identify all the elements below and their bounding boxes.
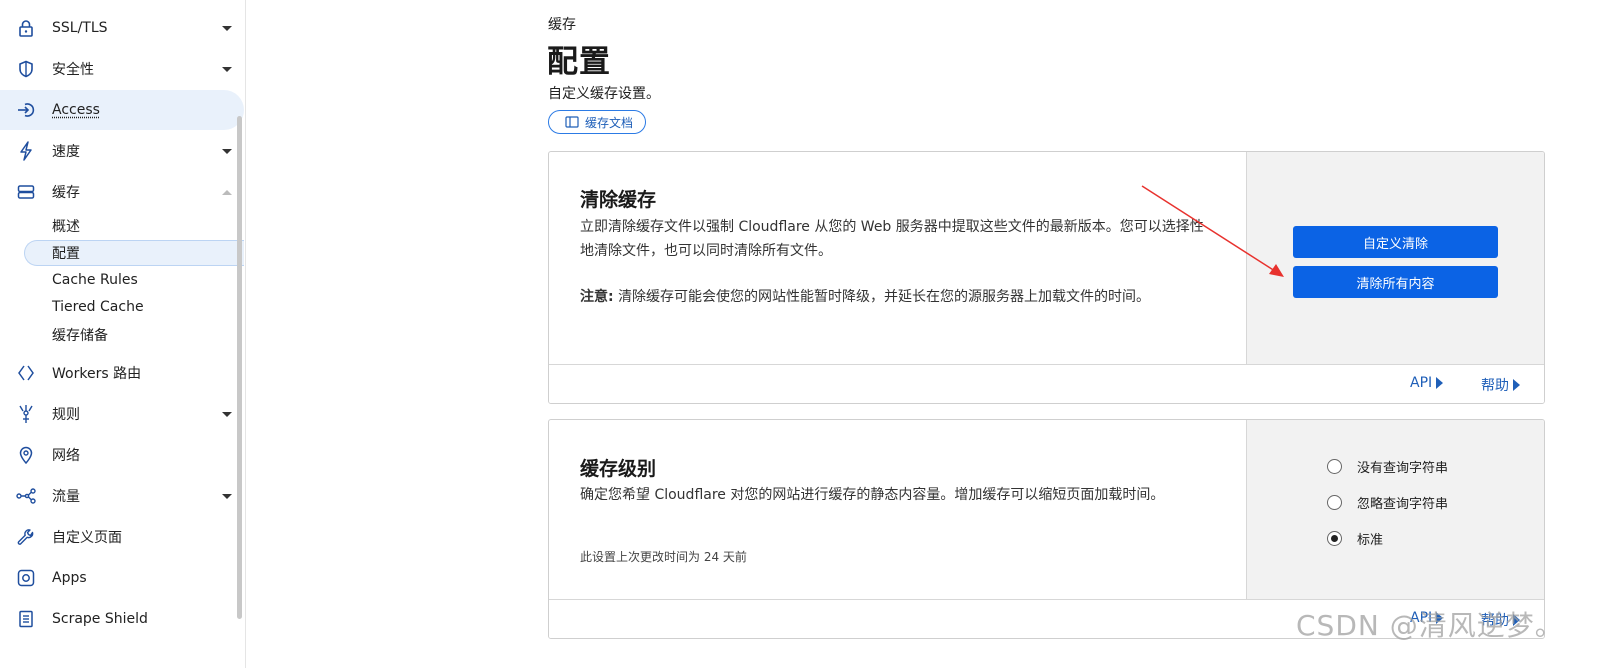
sidebar-item-label: 规则 [52,407,80,423]
sidebar-item-custom-pages[interactable]: 自定义页面 [0,517,244,557]
shield-icon [16,59,36,79]
sidebar-item-label: 自定义页面 [52,530,122,546]
sidebar-item-cache[interactable]: 缓存 [0,172,244,212]
radio-standard[interactable]: 标准 [1327,529,1383,548]
sidebar-item-rules[interactable]: 规则 [0,394,244,434]
purge-cache-actions-panel [1246,152,1544,364]
page-title: 配置 [547,44,611,80]
chevron-down-icon [222,25,232,31]
document-icon [16,609,36,629]
radio-ignore-query-string[interactable]: 忽略查询字符串 [1327,493,1448,512]
cache-docs-label: 缓存文档 [585,115,634,130]
workers-icon [16,363,36,383]
cache-level-description: 确定您希望 Cloudflare 对您的网站进行缓存的静态内容量。增加缓存可以缩… [580,487,1165,503]
apps-icon [16,568,36,588]
radio-label: 忽略查询字符串 [1357,497,1449,512]
sidebar-item-apps[interactable]: Apps [0,558,244,598]
watermark: CSDN @清风逆梦。 [1296,609,1564,642]
annotation-arrow-icon [1141,185,1284,277]
chevron-down-icon [222,148,232,154]
sidebar-subitem-cache-reserve[interactable]: 缓存储备 [24,322,244,348]
sidebar-item-network[interactable]: 网络 [0,435,244,475]
sidebar-subitem-configuration[interactable]: 配置 [24,240,244,266]
sidebar-item-label: Access [52,102,100,118]
last-changed-text: 此设置上次更改时间为 24 天前 [580,550,747,564]
rules-icon [16,404,36,424]
purge-cache-note: 注意: 清除缓存可能会使您的网站性能暂时降级，并延长在您的源服务器上加载文件的时… [580,285,1212,309]
sidebar-item-security[interactable]: 安全性 [0,49,244,89]
note-text: 清除缓存可能会使您的网站性能暂时降级，并延长在您的源服务器上加载文件的时间。 [618,289,1151,305]
sidebar-subitem-label: 配置 [52,246,80,262]
cache-drive-icon [16,182,36,202]
sidebar-item-label: 流量 [52,489,80,505]
breadcrumb: 缓存 [548,17,576,33]
note-label: 注意: [580,289,614,305]
triangle-right-icon [1436,377,1444,389]
sidebar-subitem-cache-rules[interactable]: Cache Rules [24,267,244,293]
sidebar-item-speed[interactable]: 速度 [0,131,244,171]
triangle-right-icon [1513,379,1520,391]
purge-cache-footer: API 帮助 [549,364,1544,403]
sidebar-item-label: 缓存 [52,185,80,201]
radio-button-selected[interactable] [1327,531,1342,546]
sidebar: SSL/TLS 安全性 Access 速度 缓存 概述 配置 Cache Rul… [0,0,246,668]
chevron-up-icon [222,189,232,195]
api-link[interactable]: API [1410,375,1444,391]
wrench-icon [16,527,36,547]
sidebar-subitem-label: 概述 [52,219,80,235]
sidebar-item-ssl-tls[interactable]: SSL/TLS [0,8,244,48]
sidebar-subitem-overview[interactable]: 概述 [24,213,244,239]
help-link[interactable]: 帮助 [1481,375,1520,395]
radio-button[interactable] [1327,495,1342,510]
sidebar-item-label: Scrape Shield [52,611,148,627]
sidebar-item-label: 网络 [52,448,80,464]
sidebar-item-workers-routes[interactable]: Workers 路由 [0,353,244,393]
lightning-icon [16,141,36,161]
custom-purge-button[interactable]: 自定义清除 [1293,226,1498,258]
lock-icon [16,18,36,38]
sidebar-item-label: Workers 路由 [52,366,142,382]
cache-docs-button[interactable]: 缓存文档 [548,110,647,134]
book-icon [565,116,579,128]
sidebar-item-label: SSL/TLS [52,20,108,36]
sidebar-subitem-label: Cache Rules [52,272,138,288]
purge-cache-description: 立即清除缓存文件以强制 Cloudflare 从您的 Web 服务器中提取这些文… [580,219,1204,259]
sidebar-item-traffic[interactable]: 流量 [0,476,244,516]
chevron-down-icon [222,66,232,72]
sidebar-item-label: 速度 [52,144,80,160]
sidebar-subitem-label: 缓存储备 [52,328,108,344]
radio-no-query-string[interactable]: 没有查询字符串 [1327,457,1448,476]
location-pin-icon [16,445,36,465]
radio-button[interactable] [1327,459,1342,474]
sidebar-item-label: 安全性 [52,62,94,78]
purge-cache-title: 清除缓存 [580,189,657,211]
sidebar-subitem-label: Tiered Cache [52,299,144,315]
chevron-down-icon [222,411,232,417]
purge-everything-button[interactable]: 清除所有内容 [1293,266,1498,298]
traffic-icon [16,486,36,506]
radio-label: 标准 [1357,533,1384,548]
sidebar-subitem-tiered-cache[interactable]: Tiered Cache [24,294,244,320]
sidebar-item-scrape-shield[interactable]: Scrape Shield [0,599,244,639]
radio-label: 没有查询字符串 [1357,461,1449,476]
sidebar-item-access[interactable]: Access [0,90,244,130]
chevron-down-icon [222,493,232,499]
access-icon [16,100,36,120]
api-link-label: API [1410,375,1433,391]
help-link-label: 帮助 [1481,378,1509,394]
purge-cache-card: 清除缓存 立即清除缓存文件以强制 Cloudflare 从您的 Web 服务器中… [548,151,1545,404]
page-description: 自定义缓存设置。 [548,86,660,102]
sidebar-item-label: Apps [52,570,87,586]
cache-level-title: 缓存级别 [580,458,657,480]
sidebar-scrollbar[interactable] [237,116,242,619]
